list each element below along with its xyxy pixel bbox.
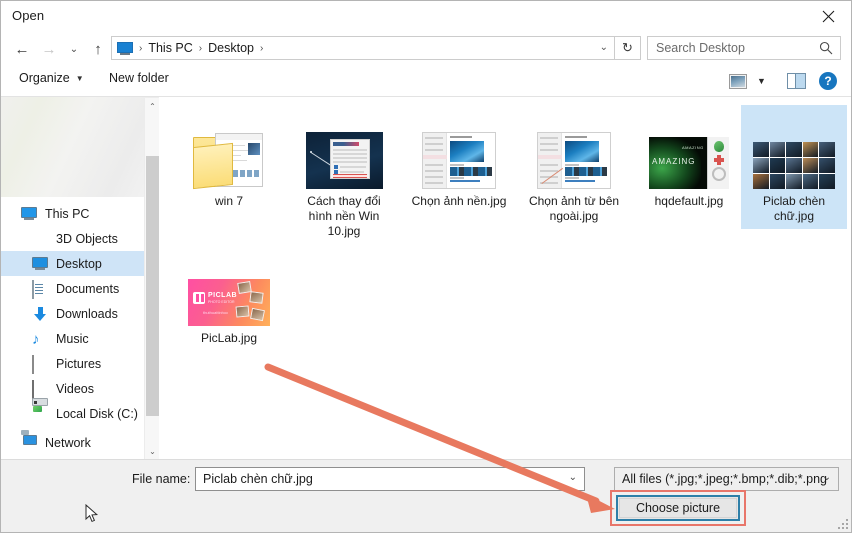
- file-name-label: Cách thay đổi hình nền Win 10.jpg: [307, 194, 381, 238]
- local-disk-icon: [32, 397, 49, 422]
- open-file-dialog: Open ← → ⌄ ↑ › This PC › Desktop › ⌄ ↻ S…: [0, 0, 852, 533]
- chevron-down-icon: ⌄: [822, 472, 831, 483]
- search-icon: [819, 41, 833, 60]
- recent-locations-icon[interactable]: ⌄: [63, 38, 85, 60]
- sidebar-item-music[interactable]: ♪ Music: [1, 326, 159, 351]
- documents-icon: [32, 279, 49, 299]
- organize-button[interactable]: Organize ▼: [19, 71, 84, 85]
- file-thumbnail: [418, 111, 500, 189]
- file-name-label: Piclab chèn chữ.jpg: [762, 194, 826, 223]
- forward-icon[interactable]: →: [38, 38, 60, 60]
- new-folder-button[interactable]: New folder: [109, 71, 169, 85]
- file-item[interactable]: Piclab chèn chữ.jpg: [741, 105, 847, 229]
- view-options-icon[interactable]: [729, 74, 747, 89]
- breadcrumb-separator: ›: [198, 42, 203, 54]
- file-item[interactable]: Cách thay đổi hình nền Win 10.jpg: [291, 105, 397, 244]
- sidebar-item-pictures[interactable]: Pictures: [1, 351, 159, 376]
- address-dropdown-icon[interactable]: ⌄: [600, 42, 608, 53]
- this-pc-icon: [21, 206, 38, 222]
- sidebar-item-label: Network: [45, 435, 91, 450]
- sidebar-item-label: 3D Objects: [56, 231, 118, 246]
- sidebar-item-downloads[interactable]: Downloads: [1, 301, 159, 326]
- file-thumbnail: [753, 111, 835, 189]
- scroll-up-icon[interactable]: ⌃: [145, 98, 159, 114]
- sidebar-item-label: This PC: [45, 206, 90, 221]
- breadcrumb-this-pc[interactable]: This PC: [148, 41, 192, 55]
- sidebar-item-network[interactable]: Network: [1, 429, 159, 455]
- up-icon[interactable]: ↑: [87, 38, 109, 60]
- quick-access-blurred-region: ): [1, 97, 159, 197]
- file-name-label: PicLab.jpg: [200, 331, 258, 345]
- file-name-value: Piclab chèn chữ.jpg: [203, 472, 313, 486]
- music-icon: ♪: [32, 330, 40, 348]
- breadcrumb-desktop[interactable]: Desktop: [208, 41, 254, 55]
- file-item[interactable]: PICLAB PHOTO EDITOR thuthuattinhoc PicLab.j…: [176, 242, 282, 351]
- window-title: Open: [12, 8, 45, 23]
- file-name-input[interactable]: Piclab chèn chữ.jpg ⌄: [195, 467, 585, 491]
- sidebar-item-label: Documents: [56, 281, 120, 296]
- title-bar: Open: [1, 1, 851, 32]
- sidebar-item-label: Music: [56, 331, 89, 346]
- file-name-label: Chọn ảnh nền.jpg: [411, 194, 507, 208]
- chevron-down-icon[interactable]: ▼: [757, 76, 766, 86]
- command-bar: Organize ▼ New folder ▼ ?: [1, 65, 851, 97]
- sidebar-item-label: Downloads: [56, 306, 118, 321]
- sidebar-item-videos[interactable]: Videos: [1, 376, 159, 401]
- choose-picture-label: Choose picture: [635, 501, 721, 515]
- file-list[interactable]: win 7 Cách thay đổi hình nền Win 10.jpg Ch…: [160, 97, 851, 459]
- back-icon[interactable]: ←: [11, 38, 33, 60]
- sidebar-item-label: Local Disk (C:): [56, 406, 138, 421]
- file-item[interactable]: win 7: [176, 105, 282, 214]
- help-icon[interactable]: ?: [819, 72, 837, 90]
- file-name-label: win 7: [214, 194, 243, 208]
- navigation-bar: ← → ⌄ ↑ › This PC › Desktop › ⌄ ↻ Search…: [1, 32, 851, 65]
- scrollbar-thumb[interactable]: [146, 156, 159, 416]
- navigation-sidebar: ) This PC 3D Objects Desktop Documents Downl…: [1, 97, 159, 459]
- pictures-icon: [32, 354, 49, 374]
- file-thumbnail: AMAZING AMAZING: [648, 111, 730, 189]
- file-thumbnail: [303, 111, 385, 189]
- sidebar-item-label: Desktop: [56, 256, 102, 271]
- preview-pane-icon[interactable]: [787, 73, 806, 89]
- refresh-icon[interactable]: ↻: [615, 36, 641, 60]
- scroll-down-icon[interactable]: ⌄: [145, 443, 159, 459]
- file-thumbnail: PICLAB PHOTO EDITOR thuthuattinhoc: [188, 248, 270, 326]
- close-icon[interactable]: [805, 1, 851, 31]
- file-type-value: All files (*.jpg;*.jpeg;*.bmp;*.dib;*.pn…: [622, 472, 827, 486]
- chevron-down-icon[interactable]: ⌄: [569, 472, 577, 483]
- file-item[interactable]: Chọn ảnh từ bên ngoài.jpg: [521, 105, 627, 229]
- breadcrumb-separator: ›: [139, 42, 143, 54]
- network-icon: [21, 429, 38, 451]
- choose-picture-button[interactable]: Choose picture: [616, 495, 740, 521]
- file-name-label: File name:: [132, 472, 191, 486]
- sidebar-scrollbar[interactable]: ⌃ ⌄: [144, 98, 159, 459]
- file-thumbnail: [533, 111, 615, 189]
- file-thumbnail: [188, 111, 270, 190]
- sidebar-item-local-disk-c[interactable]: Local Disk (C:): [1, 397, 159, 426]
- file-type-dropdown[interactable]: All files (*.jpg;*.jpeg;*.bmp;*.dib;*.pn…: [614, 467, 839, 491]
- search-placeholder: Search Desktop: [656, 41, 745, 55]
- file-name-label: hqdefault.jpg: [654, 194, 724, 208]
- address-bar[interactable]: › This PC › Desktop › ⌄: [111, 36, 615, 60]
- file-item[interactable]: AMAZING AMAZING hqdefault.jpg: [636, 105, 742, 214]
- breadcrumb-separator: ›: [260, 42, 264, 54]
- organize-label: Organize: [19, 71, 70, 85]
- search-input[interactable]: Search Desktop: [647, 36, 841, 60]
- resize-grip[interactable]: [837, 519, 848, 530]
- this-pc-icon: [117, 41, 133, 55]
- file-item[interactable]: Chọn ảnh nền.jpg: [406, 105, 512, 214]
- sidebar-item-desktop[interactable]: Desktop: [1, 251, 159, 276]
- downloads-icon: [32, 306, 49, 322]
- dialog-content: ) This PC 3D Objects Desktop Documents Downl…: [1, 97, 851, 459]
- sidebar-item-label: Pictures: [56, 356, 102, 371]
- file-name-label: Chọn ảnh từ bên ngoài.jpg: [528, 194, 620, 223]
- sidebar-item-this-pc[interactable]: This PC: [1, 201, 159, 226]
- sidebar-item-3d-objects[interactable]: 3D Objects: [1, 226, 159, 251]
- 3d-objects-icon: [32, 231, 49, 247]
- desktop-icon: [32, 256, 49, 272]
- videos-icon: [32, 379, 49, 399]
- chevron-down-icon: ▼: [75, 73, 84, 83]
- sidebar-item-label: Videos: [56, 381, 94, 396]
- sidebar-item-documents[interactable]: Documents: [1, 276, 159, 301]
